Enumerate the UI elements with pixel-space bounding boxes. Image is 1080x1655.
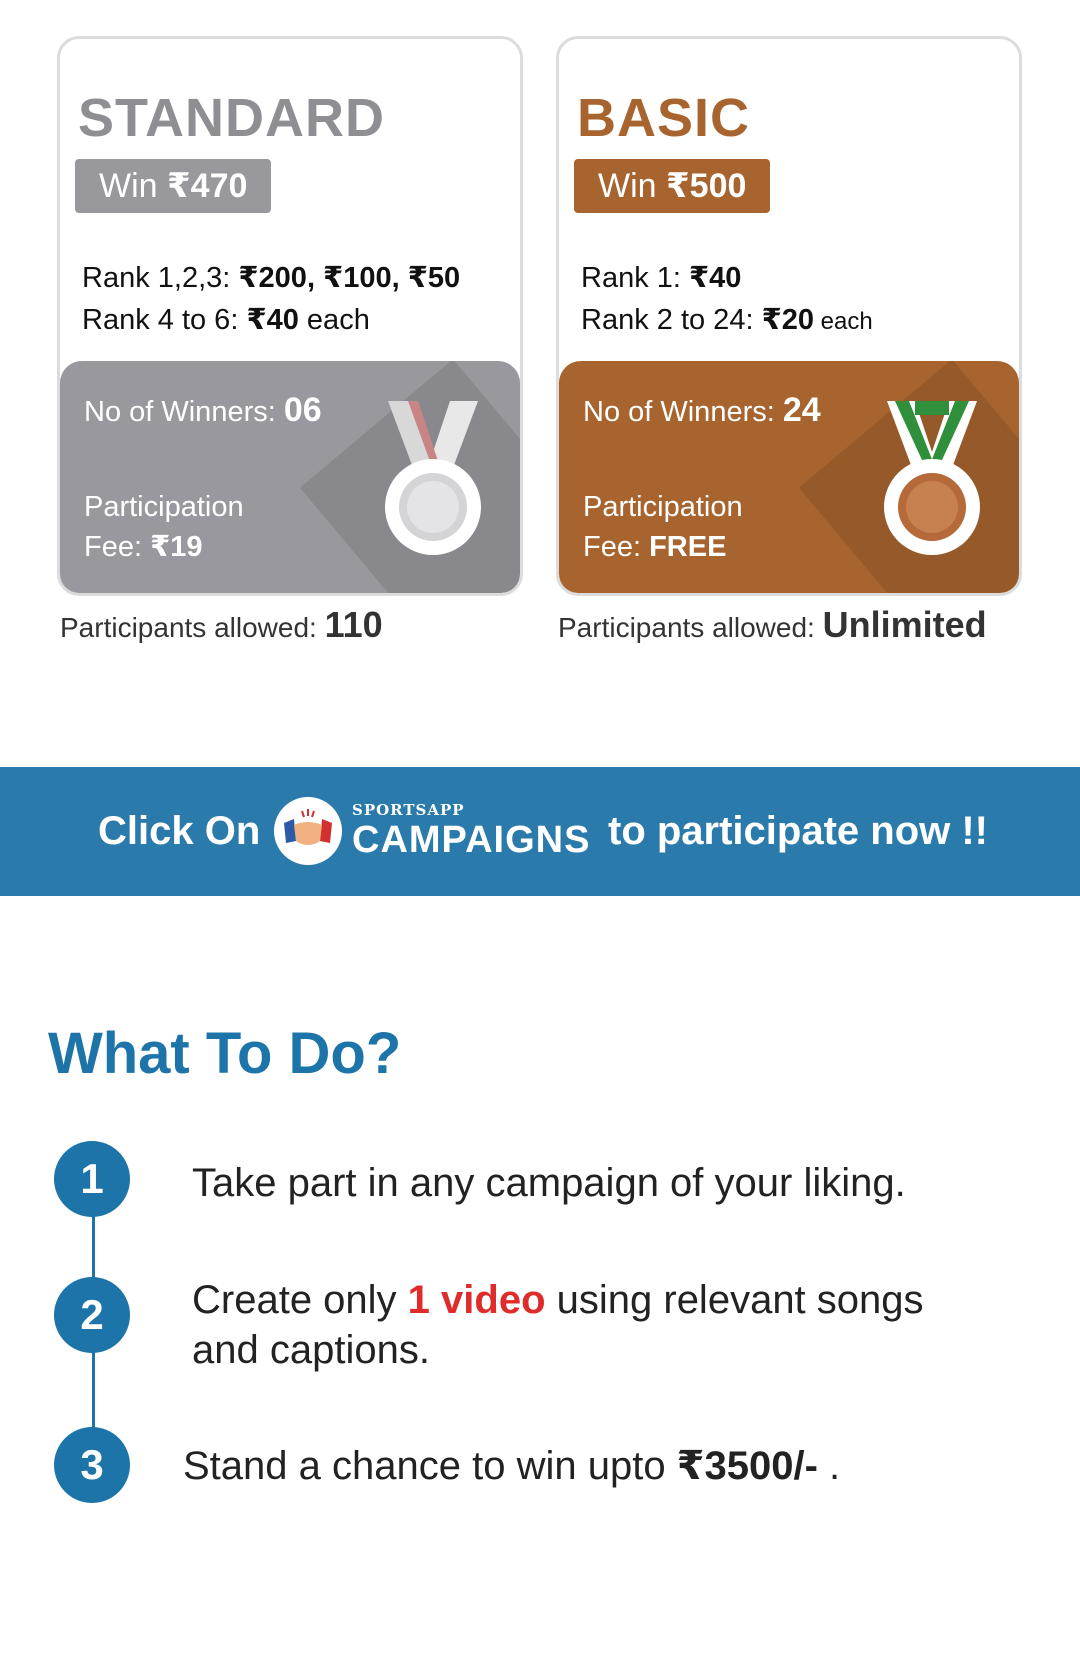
standard-rank-lines: Rank 1,2,3: ₹200, ₹100, ₹50 Rank 4 to 6:… <box>82 257 460 341</box>
win-amount: ₹470 <box>167 167 248 205</box>
basic-rank-lines: Rank 1: ₹40 Rank 2 to 24: ₹20 each <box>581 257 873 343</box>
winners-label: No of Winners: <box>84 396 284 428</box>
fee-value: ₹19 <box>150 531 203 563</box>
step-highlight: 1 video <box>407 1278 546 1322</box>
fee-label: Participation <box>583 491 743 523</box>
basic-plan-card[interactable]: BASIC Win ₹500 Rank 1: ₹40 Rank 2 to 24:… <box>556 36 1022 596</box>
standard-fee: Participation Fee: ₹19 <box>84 487 244 567</box>
step-1-number: 1 <box>54 1141 130 1217</box>
logo-campaigns-text: CAMPAIGNS <box>352 819 591 861</box>
rank-value: ₹40 <box>246 304 299 336</box>
win-label: Win <box>99 167 167 205</box>
step-1-text: Take part in any campaign of your liking… <box>192 1161 906 1205</box>
fee-line: Fee: ₹19 <box>84 527 244 567</box>
rank-line-2: Rank 2 to 24: ₹20 each <box>581 299 873 343</box>
basic-winners: No of Winners: 24 <box>583 391 821 430</box>
standard-winners: No of Winners: 06 <box>84 391 322 430</box>
rank-label: Rank 1: <box>581 262 689 294</box>
participate-banner[interactable]: Click On SPORTSAPP CAMPAIGNS to particip… <box>0 767 1080 896</box>
allowed-value: Unlimited <box>822 604 987 645</box>
basic-participants-allowed: Participants allowed: Unlimited <box>558 604 987 646</box>
rank-line-1: Rank 1: ₹40 <box>581 257 873 299</box>
winners-label: No of Winners: <box>583 396 783 428</box>
allowed-value: 110 <box>324 604 383 645</box>
bronze-medal-icon <box>884 401 980 555</box>
step-3-number: 3 <box>54 1427 130 1503</box>
rank-label: Rank 2 to 24: <box>581 304 762 336</box>
basic-card-title: BASIC <box>577 88 751 148</box>
step-text-part: Stand a chance to win upto <box>183 1444 677 1488</box>
handshake-icon <box>284 809 332 845</box>
basic-win-badge: Win ₹500 <box>574 159 771 213</box>
rank-label: Rank 4 to 6: <box>82 304 247 336</box>
basic-info-panel: No of Winners: 24 Participation Fee: FRE… <box>559 361 1019 593</box>
rank-label: Rank 1,2,3: <box>82 262 239 294</box>
rank-line-1: Rank 1,2,3: ₹200, ₹100, ₹50 <box>82 257 460 299</box>
rank-value: ₹40 <box>689 262 742 294</box>
fee-value: FREE <box>649 531 727 563</box>
banner-participate-text: to participate now !! <box>608 809 988 853</box>
rank-suffix: each <box>814 308 873 335</box>
step-2-line-2: and captions. <box>192 1328 430 1372</box>
winners-value: 06 <box>283 391 322 429</box>
winners-value: 24 <box>782 391 821 429</box>
what-to-do-title: What To Do? <box>48 1021 402 1086</box>
standard-win-badge: Win ₹470 <box>75 159 272 213</box>
fee-label: Participation <box>84 491 244 523</box>
banner-click-on-text: Click On <box>98 809 261 853</box>
standard-card-title: STANDARD <box>78 88 385 148</box>
step-2-number: 2 <box>54 1277 130 1353</box>
rank-suffix: each <box>298 304 370 336</box>
allowed-label: Participants allowed: <box>558 612 823 643</box>
rank-line-2: Rank 4 to 6: ₹40 each <box>82 299 460 341</box>
step-3-text: Stand a chance to win upto ₹3500/- . <box>183 1441 840 1491</box>
step-2-line-1: Create only 1 video using relevant songs <box>192 1275 924 1325</box>
basic-fee: Participation Fee: FREE <box>583 487 743 567</box>
fee-line: Fee: FREE <box>583 527 743 567</box>
fee-label-2: Fee: <box>583 531 650 563</box>
silver-medal-icon <box>385 401 481 555</box>
step-text-part: . <box>817 1444 841 1488</box>
step-text-part: using relevant songs <box>545 1278 924 1322</box>
rank-value: ₹20 <box>761 304 814 336</box>
standard-info-panel: No of Winners: 06 Participation Fee: ₹19 <box>60 361 520 593</box>
rank-value: ₹200, ₹100, ₹50 <box>238 262 461 294</box>
fee-label-2: Fee: <box>84 531 151 563</box>
campaigns-logo-circle[interactable] <box>274 797 342 865</box>
standard-participants-allowed: Participants allowed: 110 <box>60 604 383 646</box>
step-text-part: Create only <box>192 1278 408 1322</box>
allowed-label: Participants allowed: <box>60 612 325 643</box>
step-bold-amount: ₹3500/- <box>676 1444 818 1488</box>
win-amount: ₹500 <box>666 167 747 205</box>
win-label: Win <box>598 167 666 205</box>
step-2-text: Create only 1 video using relevant songs… <box>192 1275 924 1375</box>
logo-sportsapp-text: SPORTSAPP <box>352 801 465 819</box>
standard-plan-card[interactable]: STANDARD Win ₹470 Rank 1,2,3: ₹200, ₹100… <box>57 36 523 596</box>
